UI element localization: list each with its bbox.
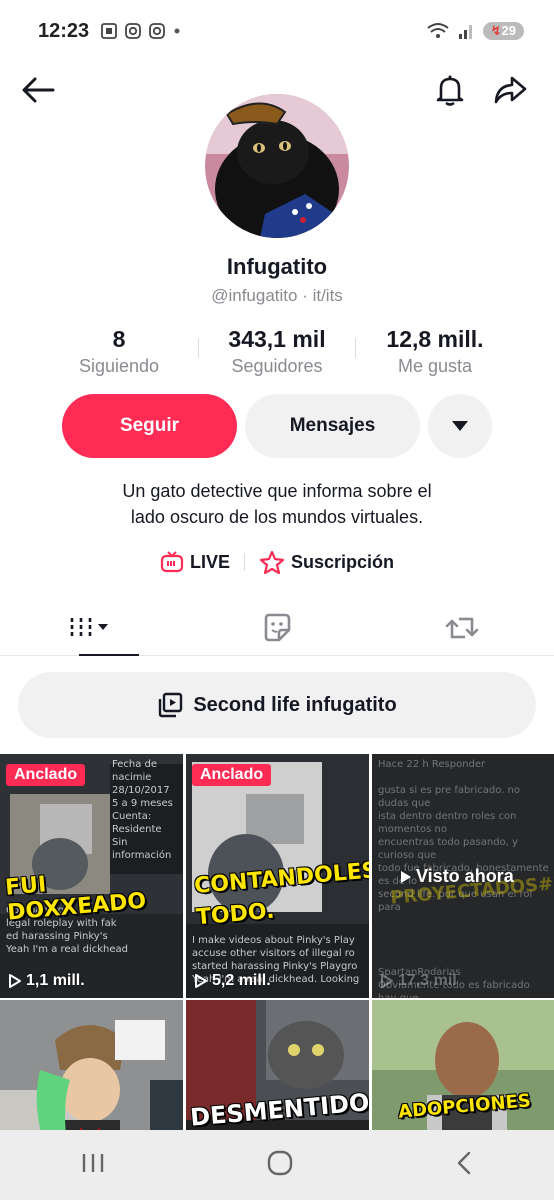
profile-stats: 8 Siguiendo 343,1 mil Seguidores 12,8 mi… (40, 326, 514, 377)
back-button[interactable] (18, 70, 58, 110)
tab-reposts[interactable] (369, 600, 554, 655)
home-circle-icon (267, 1150, 293, 1175)
battery-indicator: ↯29 (482, 22, 524, 40)
divider (198, 338, 199, 358)
active-tab-indicator (79, 654, 139, 656)
avatar[interactable] (205, 94, 349, 238)
instagram-icon-2 (149, 23, 165, 39)
share-arrow-icon (494, 76, 527, 104)
repost-icon (445, 617, 478, 638)
tab-videos[interactable] (0, 600, 185, 656)
sticker-icon (264, 613, 291, 641)
stat-likes[interactable]: 12,8 mill. Me gusta (360, 326, 510, 377)
avatar-image (205, 94, 349, 238)
live-tv-icon (160, 551, 184, 573)
content-tabs (0, 600, 554, 656)
bio-line-2: lado oscuro de los mundos virtuales. (130, 507, 424, 527)
recent-apps-button[interactable] (80, 1151, 106, 1180)
view-count-value: 17,3 mil (398, 972, 457, 989)
caret-down-icon (452, 421, 468, 431)
following-label: Siguiendo (78, 356, 160, 376)
chevron-left-icon (457, 1151, 471, 1174)
subscription-star-icon (259, 550, 285, 574)
profile-links: LIVE Suscripción (0, 550, 554, 574)
recents-icon (82, 1153, 104, 1172)
divider (243, 553, 245, 571)
notification-bell-button[interactable] (430, 70, 470, 110)
followers-count: 343,1 mil (228, 326, 326, 352)
live-label: LIVE (189, 551, 230, 572)
profile-bio: Un gato detective que informa sobre el l… (40, 478, 514, 530)
signal-icon (458, 25, 472, 39)
system-icons: ↯29 (427, 22, 524, 40)
watched-now-text: Visto ahora (416, 866, 514, 886)
play-icon (9, 974, 21, 988)
divider (355, 338, 356, 358)
video-thumbnail[interactable]: Fecha de nacimie 28/10/2017 5 a 9 meses C… (0, 754, 183, 998)
message-button[interactable]: Mensajes (245, 394, 420, 458)
system-navigation-bar (0, 1130, 554, 1200)
status-bar: 12:23 ↯29 (0, 0, 554, 64)
subscription-link[interactable]: Suscripción (259, 550, 394, 574)
playlist-icon (159, 692, 183, 718)
play-icon (381, 974, 393, 988)
follow-button[interactable]: Seguir (62, 394, 237, 458)
profile-handle: @infugatito · it/its (211, 286, 343, 305)
profile-actions: Seguir Mensajes (62, 394, 492, 458)
play-solid-icon (401, 870, 411, 883)
more-dot-icon (174, 28, 180, 34)
wifi-icon (427, 23, 449, 38)
stat-followers[interactable]: 343,1 mil Seguidores (198, 326, 356, 377)
view-count: 1,1 mill. (8, 972, 85, 990)
following-count: 8 (112, 326, 126, 352)
live-link[interactable]: LIVE (160, 551, 230, 573)
instagram-icon (125, 23, 141, 39)
likes-count: 12,8 mill. (386, 326, 484, 352)
video-thumbnail[interactable]: Hace 22 h Responder gusta si es pre fabri… (372, 754, 554, 998)
video-thumbnail[interactable]: I make videos about Pinky's Play accuse o… (186, 754, 369, 998)
playlist-button[interactable]: Second life infugatito (18, 672, 536, 738)
subscription-label: Suscripción (290, 551, 395, 572)
battery-level: 29 (501, 23, 516, 38)
arrow-left-icon (22, 77, 55, 103)
screenshot-icon (101, 23, 117, 39)
video-grid-icon (71, 617, 109, 638)
view-count: 17,3 mil (380, 972, 457, 990)
pinned-badge: Anclado (6, 764, 86, 786)
likes-label: Me gusta (397, 356, 473, 376)
status-time: 12:23 (38, 20, 90, 42)
stat-following[interactable]: 8 Siguiendo (44, 326, 194, 377)
playlist-label: Second life infugatito (193, 693, 397, 716)
play-icon (195, 974, 207, 988)
share-button[interactable] (490, 70, 530, 110)
followers-label: Seguidores (231, 356, 323, 376)
bell-icon (436, 75, 464, 106)
view-count-value: 1,1 mill. (26, 972, 85, 989)
notification-icons (100, 22, 182, 40)
watched-now-label: Visto ahora (400, 866, 514, 887)
system-back-button[interactable] (454, 1150, 474, 1181)
home-button[interactable] (266, 1149, 294, 1182)
view-count: 5,2 mill. (194, 972, 271, 990)
suggestions-dropdown-button[interactable] (428, 394, 492, 458)
profile-name: Infugatito (226, 254, 328, 279)
view-count-value: 5,2 mill. (212, 972, 271, 989)
pinned-badge: Anclado (192, 764, 272, 786)
tab-favorites[interactable] (185, 600, 370, 655)
bio-line-1: Un gato detective que informa sobre el (122, 481, 432, 501)
